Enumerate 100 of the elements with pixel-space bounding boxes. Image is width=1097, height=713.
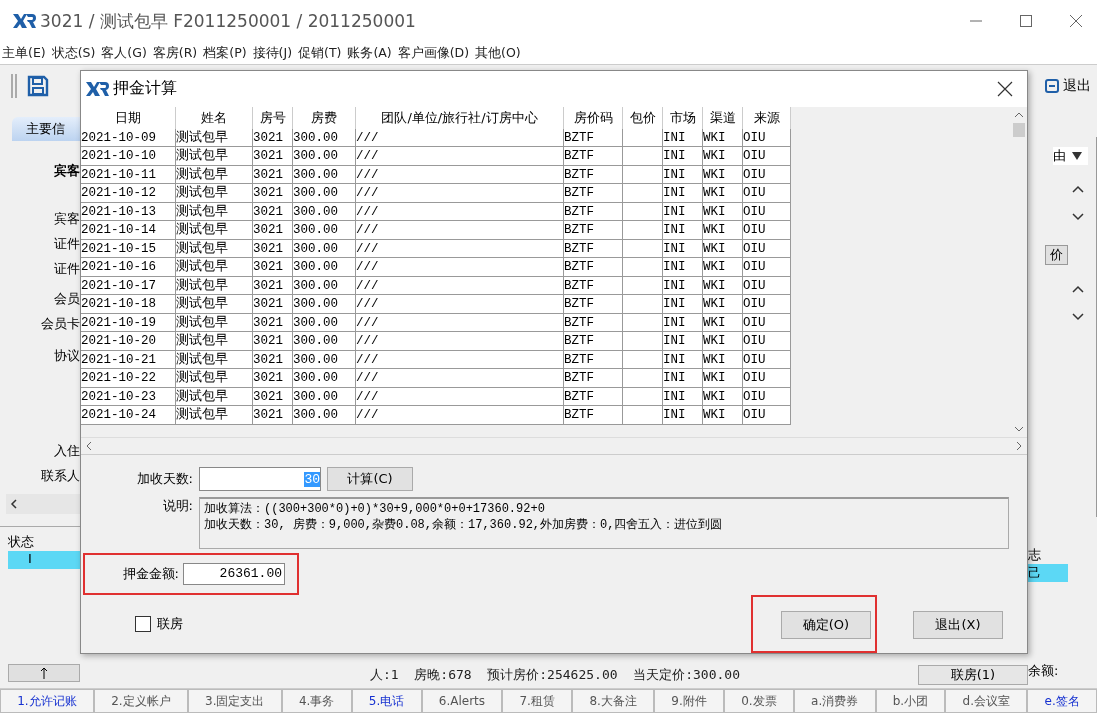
column-header[interactable]: 日期 bbox=[81, 106, 176, 129]
table-cell: BZTF bbox=[564, 184, 623, 203]
function-tab[interactable]: d.会议室 bbox=[945, 689, 1028, 713]
table-cell: INI bbox=[663, 184, 703, 203]
menu-item[interactable]: 账务(A) bbox=[347, 44, 392, 62]
column-header[interactable]: 房价码 bbox=[564, 106, 623, 129]
table-cell: 300.00 bbox=[293, 221, 356, 240]
checkbox-label[interactable]: 联房 bbox=[157, 615, 183, 633]
summary-text: 人:1 房晚:678 预计房价:254625.00 当天定价:300.00 bbox=[370, 666, 740, 684]
scroll-up-icon[interactable] bbox=[1013, 110, 1024, 119]
table-cell: BZTF bbox=[564, 369, 623, 388]
function-tab[interactable]: 1.允许记账 bbox=[0, 689, 94, 713]
table-cell: 3021 bbox=[253, 332, 293, 351]
table-cell: 2021-10-20 bbox=[81, 332, 176, 351]
field-label: 宾客 bbox=[54, 162, 80, 180]
scroll-down-icon[interactable] bbox=[1072, 313, 1084, 321]
deposit-input[interactable]: 26361.00 bbox=[183, 563, 285, 585]
function-tab[interactable]: 0.发票 bbox=[723, 689, 794, 713]
table-cell: INI bbox=[663, 147, 703, 166]
scroll-thumb[interactable] bbox=[1012, 122, 1025, 137]
linked-room-button[interactable]: 联房(1) bbox=[918, 665, 1028, 685]
table-cell: OIU bbox=[743, 295, 791, 314]
table-cell: INI bbox=[663, 295, 703, 314]
column-header[interactable]: 渠道 bbox=[703, 106, 743, 129]
menu-item[interactable]: 客人(G) bbox=[101, 44, 147, 62]
save-icon[interactable] bbox=[26, 74, 50, 98]
calculate-button[interactable]: 计算(C) bbox=[327, 467, 413, 491]
table-cell: WKI bbox=[703, 332, 743, 351]
scroll-down-icon[interactable] bbox=[1072, 213, 1084, 221]
column-header[interactable]: 市场 bbox=[663, 106, 703, 129]
balance-label: 余额: bbox=[1028, 662, 1059, 680]
function-tab[interactable]: 8.大备注 bbox=[572, 689, 655, 713]
table-cell: 300.00 bbox=[293, 406, 356, 425]
table-cell: BZTF bbox=[564, 406, 623, 425]
table-cell: INI bbox=[663, 369, 703, 388]
menu-item[interactable]: 状态(S) bbox=[51, 44, 96, 62]
function-tab[interactable]: 5.电话 bbox=[351, 689, 422, 713]
main-info-tab[interactable]: 主要信 bbox=[12, 117, 80, 141]
flag-cell[interactable]: 己 bbox=[1028, 564, 1068, 582]
column-header[interactable]: 姓名 bbox=[176, 106, 253, 129]
table-cell: 测试包早 bbox=[176, 221, 253, 240]
function-tab[interactable]: 9.附件 bbox=[654, 689, 724, 713]
field-label: 联系人 bbox=[41, 467, 80, 485]
maximize-icon[interactable] bbox=[1019, 14, 1033, 28]
table-cell: 3021 bbox=[253, 295, 293, 314]
function-tab[interactable]: 2.定义帐户 bbox=[93, 689, 188, 713]
field-label: 会员 bbox=[54, 290, 80, 308]
table-cell: BZTF bbox=[564, 295, 623, 314]
scroll-up-icon[interactable] bbox=[1072, 285, 1084, 293]
menu-item[interactable]: 客房(R) bbox=[152, 44, 198, 62]
field-label: 证件 bbox=[54, 260, 80, 278]
menu-item[interactable]: 接待(J) bbox=[252, 44, 292, 62]
close-icon[interactable] bbox=[997, 80, 1013, 97]
menu-item[interactable]: 客户画像(D) bbox=[397, 44, 470, 62]
scroll-up-icon[interactable] bbox=[1072, 185, 1084, 193]
table-cell: 测试包早 bbox=[176, 332, 253, 351]
scroll-left-icon[interactable] bbox=[85, 441, 93, 451]
column-header[interactable]: 房号 bbox=[253, 106, 293, 129]
dialog-title: 押金计算 bbox=[113, 78, 177, 100]
table-cell: BZTF bbox=[564, 221, 623, 240]
status-cell[interactable]: I bbox=[8, 551, 80, 569]
field-label: 入住 bbox=[54, 442, 80, 460]
scroll-left-icon[interactable] bbox=[10, 499, 18, 509]
column-header[interactable]: 团队/单位/旅行社/订房中心 bbox=[356, 106, 564, 129]
price-button[interactable]: 价 bbox=[1045, 245, 1068, 265]
dialog-button[interactable]: 退出(X) bbox=[913, 611, 1003, 639]
column-header: 志 bbox=[1028, 546, 1041, 564]
scroll-down-icon[interactable] bbox=[1013, 425, 1024, 433]
table-cell: 3021 bbox=[253, 184, 293, 203]
function-tab[interactable]: 7.租赁 bbox=[502, 689, 573, 713]
function-tab[interactable]: 3.固定支出 bbox=[187, 689, 282, 713]
function-tab[interactable]: b.小团 bbox=[875, 689, 946, 713]
scroll-right-icon[interactable] bbox=[1015, 441, 1023, 451]
function-tab[interactable]: 6.Alerts bbox=[421, 689, 503, 713]
table-cell: WKI bbox=[703, 221, 743, 240]
close-icon[interactable] bbox=[1069, 14, 1083, 28]
table-cell: 2021-10-24 bbox=[81, 406, 176, 425]
column-header[interactable]: 包价 bbox=[623, 106, 663, 129]
table-cell: OIU bbox=[743, 369, 791, 388]
column-header[interactable]: 来源 bbox=[743, 106, 791, 129]
field-label: 会员卡 bbox=[41, 315, 80, 333]
column-header[interactable]: 房费 bbox=[293, 106, 356, 129]
field-label: 说明: bbox=[161, 497, 193, 515]
menu-item[interactable]: 其他(O) bbox=[475, 44, 521, 62]
dialog-button[interactable]: 确定(O) bbox=[781, 611, 871, 639]
table-cell: 2021-10-10 bbox=[81, 147, 176, 166]
dropdown-field[interactable]: 由 bbox=[1053, 147, 1088, 165]
horizontal-scrollbar[interactable] bbox=[6, 494, 80, 514]
function-tab[interactable]: e.签名 bbox=[1027, 689, 1097, 713]
function-tab[interactable]: 4.事务 bbox=[281, 689, 352, 713]
column-header: 状态 bbox=[8, 534, 34, 549]
menu-item[interactable]: 档案(P) bbox=[203, 44, 247, 62]
table-cell: 300.00 bbox=[293, 147, 356, 166]
menu-item[interactable]: 促销(T) bbox=[298, 44, 342, 62]
checkbox[interactable] bbox=[135, 616, 151, 632]
table-cell: /// bbox=[356, 221, 564, 240]
table-cell: INI bbox=[663, 258, 703, 277]
table-cell: 300.00 bbox=[293, 369, 356, 388]
function-tab[interactable]: a.消费券 bbox=[793, 689, 876, 713]
menu-item[interactable]: 主单(E) bbox=[2, 44, 46, 62]
